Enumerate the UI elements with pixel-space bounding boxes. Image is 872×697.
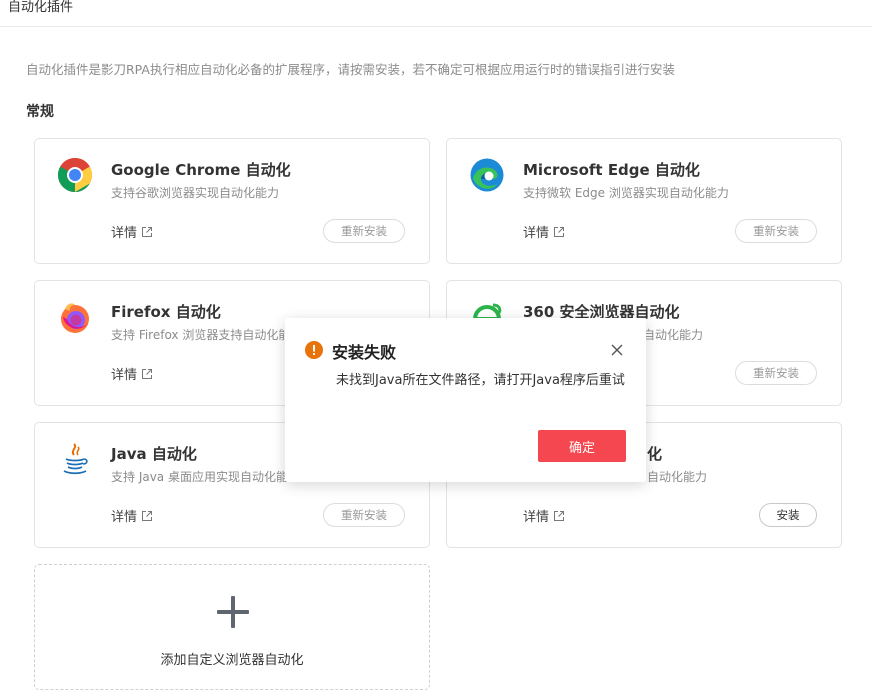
page-description: 自动化插件是影刀RPA执行相应自动化必备的扩展程序，请按需安装，若不确定可根据应…: [26, 62, 675, 77]
install-button[interactable]: 安装: [759, 503, 817, 527]
reinstall-button[interactable]: 重新安装: [323, 503, 405, 527]
plugin-name: Google Chrome 自动化: [111, 161, 291, 179]
add-custom-browser-card[interactable]: 添加自定义浏览器自动化: [34, 564, 430, 690]
detail-label: 详情: [111, 368, 138, 383]
confirm-button[interactable]: 确定: [538, 430, 626, 462]
page-title: 自动化插件: [8, 0, 74, 15]
edge-icon: [470, 158, 504, 192]
detail-label: 详情: [111, 510, 138, 525]
detail-label: 详情: [523, 510, 550, 525]
reinstall-button[interactable]: 重新安装: [735, 219, 817, 243]
detail-link[interactable]: 详情: [111, 364, 153, 383]
dialog-message: 未找到Java所在文件路径，请打开Java程序后重试: [336, 373, 625, 388]
plugin-name: 化: [647, 445, 663, 463]
java-icon: [63, 443, 88, 475]
external-link-icon: [142, 368, 153, 379]
close-icon[interactable]: [610, 343, 624, 357]
plugin-card-chrome: Google Chrome 自动化 支持谷歌浏览器实现自动化能力 详情 重新安装: [34, 138, 430, 264]
plugin-desc: 支持 Java 桌面应用实现自动化能: [111, 470, 288, 484]
reinstall-button[interactable]: 重新安装: [735, 361, 817, 385]
plugin-name: Firefox 自动化: [111, 303, 221, 321]
add-custom-label: 添加自定义浏览器自动化: [160, 653, 304, 668]
plugin-card-edge: Microsoft Edge 自动化 支持微软 Edge 浏览器实现自动化能力 …: [446, 138, 842, 264]
plugin-name: Microsoft Edge 自动化: [523, 161, 700, 179]
detail-link[interactable]: 详情: [523, 222, 565, 241]
plugin-desc: 支持微软 Edge 浏览器实现自动化能力: [523, 186, 729, 200]
external-link-icon: [554, 510, 565, 521]
section-title: 常规: [26, 104, 54, 120]
detail-link[interactable]: 详情: [523, 506, 565, 525]
reinstall-button[interactable]: 重新安装: [323, 219, 405, 243]
detail-label: 详情: [523, 226, 550, 241]
detail-link[interactable]: 详情: [111, 222, 153, 241]
plus-icon: [217, 596, 249, 628]
page-header: 自动化插件: [0, 0, 872, 27]
warning-icon: [305, 341, 323, 359]
chrome-icon: [58, 158, 92, 192]
plugin-desc: 支持 Firefox 浏览器支持自动化能: [111, 328, 291, 342]
dialog-title: 安装失败: [332, 343, 397, 362]
plugin-desc: 支持谷歌浏览器实现自动化能力: [111, 186, 280, 200]
plugin-name: Java 自动化: [111, 445, 197, 463]
detail-link[interactable]: 详情: [111, 506, 153, 525]
external-link-icon: [142, 226, 153, 237]
external-link-icon: [554, 226, 565, 237]
plugin-desc: 自动化能力: [647, 470, 708, 484]
external-link-icon: [142, 510, 153, 521]
detail-label: 详情: [111, 226, 138, 241]
firefox-icon: [61, 303, 89, 333]
install-failed-dialog: 安装失败 未找到Java所在文件路径，请打开Java程序后重试 确定: [285, 318, 646, 482]
